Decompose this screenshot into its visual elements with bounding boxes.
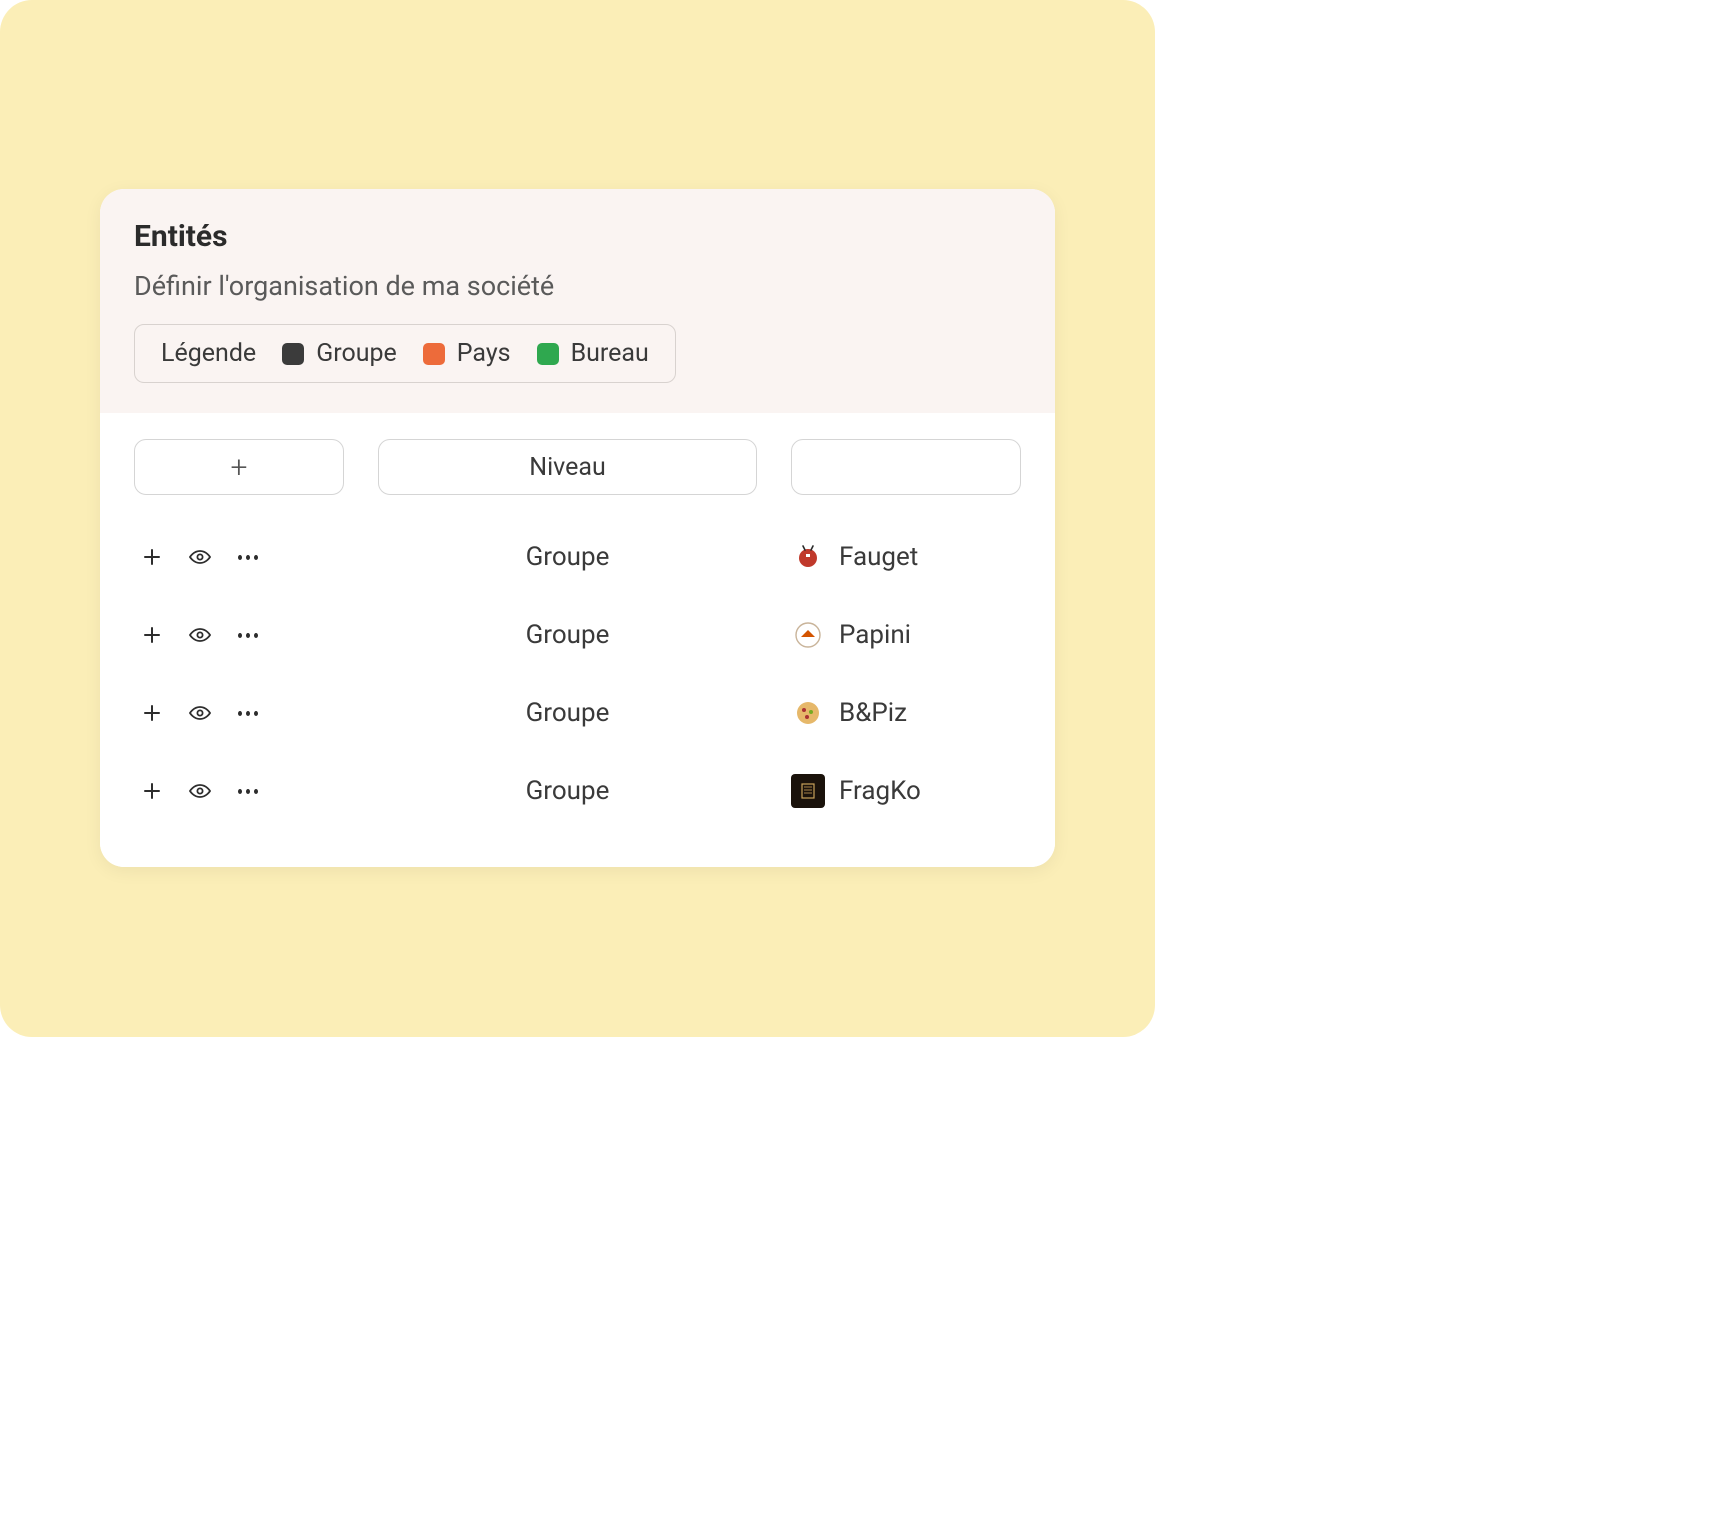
level-column-header[interactable]: Niveau bbox=[378, 439, 757, 495]
column-header-row: + Niveau bbox=[134, 439, 1021, 495]
add-icon[interactable] bbox=[140, 545, 164, 569]
eye-icon[interactable] bbox=[188, 779, 212, 803]
entities-card: Entités Définir l'organisation de ma soc… bbox=[100, 189, 1055, 867]
row-actions bbox=[134, 623, 344, 647]
level-cell: Groupe bbox=[378, 776, 757, 806]
level-cell: Groupe bbox=[378, 620, 757, 650]
card-body: + Niveau Groupe bbox=[100, 413, 1055, 867]
swatch-pays bbox=[423, 343, 445, 365]
table-row: Groupe Fauget bbox=[134, 521, 1021, 593]
page-subtitle: Définir l'organisation de ma société bbox=[134, 270, 1021, 302]
more-icon[interactable] bbox=[236, 701, 260, 725]
page-title: Entités bbox=[134, 219, 1021, 254]
level-cell: Groupe bbox=[378, 698, 757, 728]
more-icon[interactable] bbox=[236, 545, 260, 569]
entity-cell[interactable]: FragKo bbox=[791, 774, 1021, 808]
table-row: Groupe B&Piz bbox=[134, 677, 1021, 749]
add-icon[interactable] bbox=[140, 779, 164, 803]
entity-name: Fauget bbox=[839, 542, 918, 572]
table-row: Groupe FragKo bbox=[134, 755, 1021, 827]
level-cell: Groupe bbox=[378, 542, 757, 572]
entity-column-header[interactable] bbox=[791, 439, 1021, 495]
stage-background: Entités Définir l'organisation de ma soc… bbox=[0, 0, 1155, 1037]
entity-name: FragKo bbox=[839, 776, 921, 806]
legend-box: Légende Groupe Pays Bureau bbox=[134, 324, 676, 383]
add-icon[interactable] bbox=[140, 623, 164, 647]
entity-logo bbox=[791, 540, 825, 574]
entity-cell[interactable]: B&Piz bbox=[791, 696, 1021, 730]
legend-text-pays: Pays bbox=[457, 339, 511, 368]
eye-icon[interactable] bbox=[188, 701, 212, 725]
entity-name: B&Piz bbox=[839, 698, 907, 728]
entity-logo bbox=[791, 696, 825, 730]
legend-label: Légende bbox=[161, 339, 256, 368]
add-column-header[interactable]: + bbox=[134, 439, 344, 495]
legend-text-groupe: Groupe bbox=[316, 339, 397, 368]
legend-text-bureau: Bureau bbox=[571, 339, 649, 368]
entity-name: Papini bbox=[839, 620, 911, 650]
swatch-bureau bbox=[537, 343, 559, 365]
more-icon[interactable] bbox=[236, 623, 260, 647]
entity-logo bbox=[791, 774, 825, 808]
entity-logo bbox=[791, 618, 825, 652]
row-actions bbox=[134, 701, 344, 725]
eye-icon[interactable] bbox=[188, 623, 212, 647]
table-row: Groupe Papini bbox=[134, 599, 1021, 671]
legend-item-bureau: Bureau bbox=[537, 339, 649, 368]
add-icon[interactable] bbox=[140, 701, 164, 725]
row-actions bbox=[134, 779, 344, 803]
legend-item-pays: Pays bbox=[423, 339, 511, 368]
entity-cell[interactable]: Papini bbox=[791, 618, 1021, 652]
rows-container: Groupe Fauget bbox=[134, 521, 1021, 827]
more-icon[interactable] bbox=[236, 779, 260, 803]
legend-item-groupe: Groupe bbox=[282, 339, 397, 368]
row-actions bbox=[134, 545, 344, 569]
card-header: Entités Définir l'organisation de ma soc… bbox=[100, 189, 1055, 413]
entity-cell[interactable]: Fauget bbox=[791, 540, 1021, 574]
swatch-groupe bbox=[282, 343, 304, 365]
eye-icon[interactable] bbox=[188, 545, 212, 569]
